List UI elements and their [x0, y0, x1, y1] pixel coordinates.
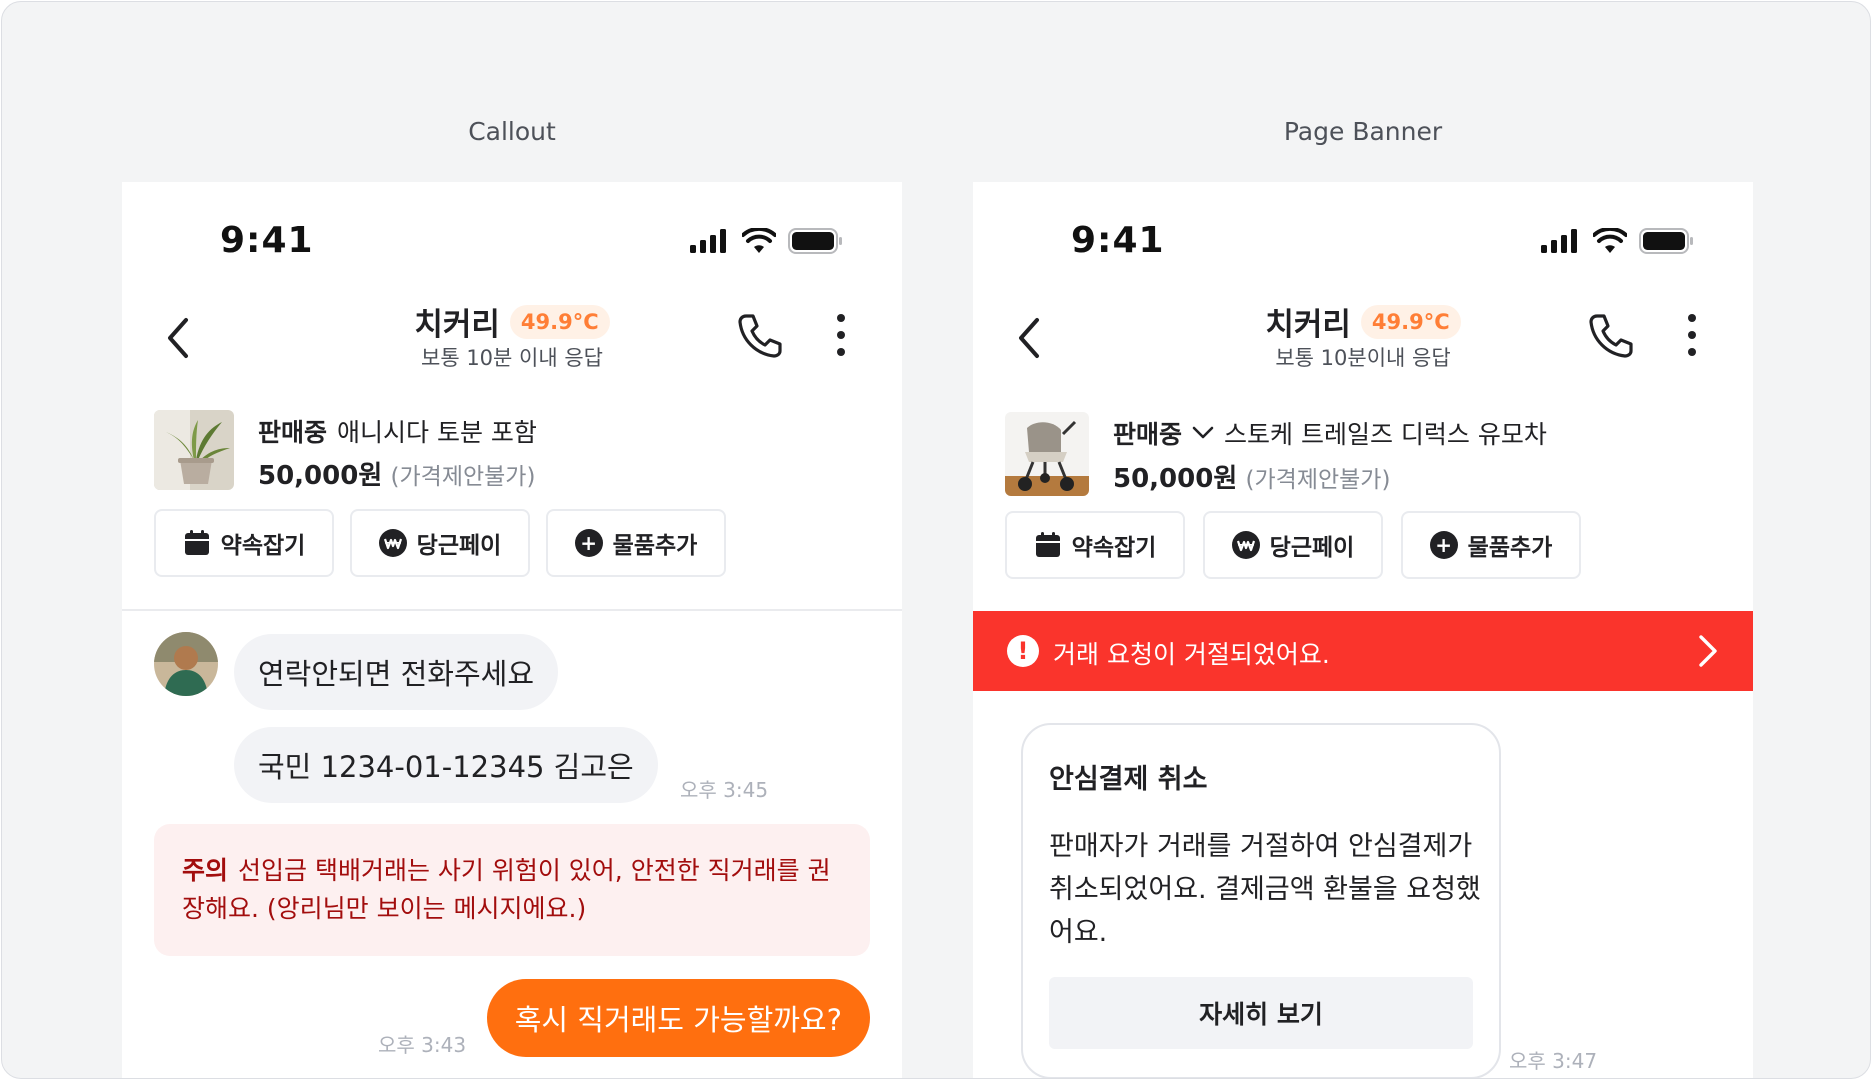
- warning-callout: 주의 선입금 택배거래는 사기 위험이 있어, 안전한 직거래를 권장해요. (앙…: [154, 824, 870, 956]
- appointment-label: 약속잡기: [220, 533, 306, 559]
- chevron-down-icon[interactable]: [1192, 426, 1214, 440]
- card-title: 안심결제 취소: [1049, 764, 1208, 795]
- payment-cancel-card: 안심결제 취소 판매자가 거래를 거절하여 안심결제가 취소되었어요. 결제금액…: [1021, 723, 1501, 1078]
- appointment-label: 약속잡기: [1071, 535, 1157, 561]
- battery-icon: [1639, 228, 1693, 254]
- partner-name: 치커리: [1265, 307, 1351, 343]
- sale-status-dropdown[interactable]: 판매중: [1113, 415, 1182, 451]
- price-offer-note: (가격제안불가): [390, 464, 536, 490]
- signal-icon: [690, 229, 726, 253]
- banner-text: 거래 요청이 거절되었어요.: [1053, 640, 1330, 669]
- product-title: 스토케 트레일즈 디럭스 유모차: [1224, 420, 1547, 449]
- wifi-icon: [742, 228, 776, 253]
- daangn-pay-button[interactable]: 당근페이: [350, 509, 530, 577]
- status-icons: [1541, 228, 1695, 254]
- product-thumbnail-stroller[interactable]: [1005, 412, 1089, 496]
- daangn-pay-label: 당근페이: [1269, 535, 1355, 561]
- outgoing-message: 혹시 직거래도 가능할까요?: [486, 979, 870, 1057]
- avatar[interactable]: [154, 632, 218, 696]
- panel-label-callout: Callout: [468, 117, 556, 146]
- incoming-message: 국민 1234-01-12345 김고은: [234, 727, 658, 803]
- plus-circle-icon: +: [1429, 531, 1458, 559]
- phone-call-icon[interactable]: [734, 310, 786, 362]
- product-price: 50,000원: [1113, 464, 1238, 494]
- status-icons: [690, 228, 844, 254]
- manner-temperature-badge: 49.9°C: [509, 304, 610, 339]
- calendar-icon: [1035, 532, 1060, 557]
- product-price: 50,000원: [258, 461, 383, 491]
- won-pay-icon: [378, 529, 407, 557]
- page-banner-error[interactable]: ! 거래 요청이 거절되었어요.: [973, 611, 1753, 691]
- add-item-label: 물품추가: [612, 533, 698, 559]
- message-time: 오후 3:43: [378, 1033, 467, 1057]
- daangn-pay-button[interactable]: 당근페이: [1203, 511, 1383, 579]
- appointment-button[interactable]: 약속잡기: [1005, 511, 1185, 579]
- card-body: 판매자가 거래를 거절하여 안심결제가 취소되었어요. 결제금액 환불을 요청했…: [1049, 831, 1481, 948]
- price-offer-note: (가격제안불가): [1245, 467, 1391, 493]
- message-time: 오후 3:45: [680, 778, 769, 802]
- product-thumbnail-plant[interactable]: [154, 410, 234, 490]
- divider: [122, 609, 902, 611]
- partner-name: 치커리: [414, 307, 500, 343]
- product-title-row: 판매중 스토케 트레일즈 디럭스 유모차: [1113, 415, 1547, 451]
- more-options-icon[interactable]: [834, 312, 848, 358]
- add-item-label: 물품추가: [1467, 535, 1553, 561]
- signal-icon: [1541, 229, 1577, 253]
- callout-label: 주의: [182, 856, 229, 885]
- callout-text: 선입금 택배거래는 사기 위험이 있어, 안전한 직거래를 권장해요. (앙리님…: [182, 856, 831, 923]
- won-pay-icon: [1231, 531, 1260, 559]
- daangn-pay-label: 당근페이: [416, 533, 502, 559]
- wifi-icon: [1593, 228, 1627, 253]
- plus-circle-icon: +: [574, 529, 603, 557]
- status-time: 9:41: [220, 220, 314, 261]
- canvas: Callout 9:41 치커리 49.9°C 보통 10분 이내 응답 판매중…: [1, 1, 1871, 1079]
- phone-call-icon[interactable]: [1585, 310, 1637, 362]
- add-item-button[interactable]: + 물품추가: [1401, 511, 1581, 579]
- appointment-button[interactable]: 약속잡기: [154, 509, 334, 577]
- add-item-button[interactable]: + 물품추가: [546, 509, 726, 577]
- more-options-icon[interactable]: [1685, 312, 1699, 358]
- view-details-button[interactable]: 자세히 보기: [1049, 977, 1473, 1049]
- status-time: 9:41: [1071, 220, 1165, 261]
- chevron-right-icon: [1699, 635, 1717, 667]
- phone-page-banner: 9:41 치커리 49.9°C 보통 10분이내 응답 판매중 스토케 트레일즈…: [973, 182, 1753, 1078]
- message-time: 오후 3:47: [1509, 1049, 1598, 1073]
- product-title-row: 판매중 애니시다 토분 포함: [258, 413, 537, 449]
- sale-status: 판매중: [258, 418, 328, 447]
- manner-temperature-badge: 49.9°C: [1360, 304, 1461, 339]
- calendar-icon: [184, 530, 209, 555]
- alert-icon: !: [1007, 635, 1039, 667]
- phone-callout: 9:41 치커리 49.9°C 보통 10분 이내 응답 판매중 애니시다 토분…: [122, 182, 902, 1078]
- product-price-row: 50,000원 (가격제안불가): [1113, 458, 1390, 495]
- incoming-message: 연락안되면 전화주세요: [234, 634, 559, 710]
- battery-icon: [788, 228, 842, 254]
- product-title: 애니시다 토분 포함: [337, 418, 537, 447]
- product-price-row: 50,000원 (가격제안불가): [258, 455, 535, 492]
- panel-label-page-banner: Page Banner: [1283, 117, 1443, 146]
